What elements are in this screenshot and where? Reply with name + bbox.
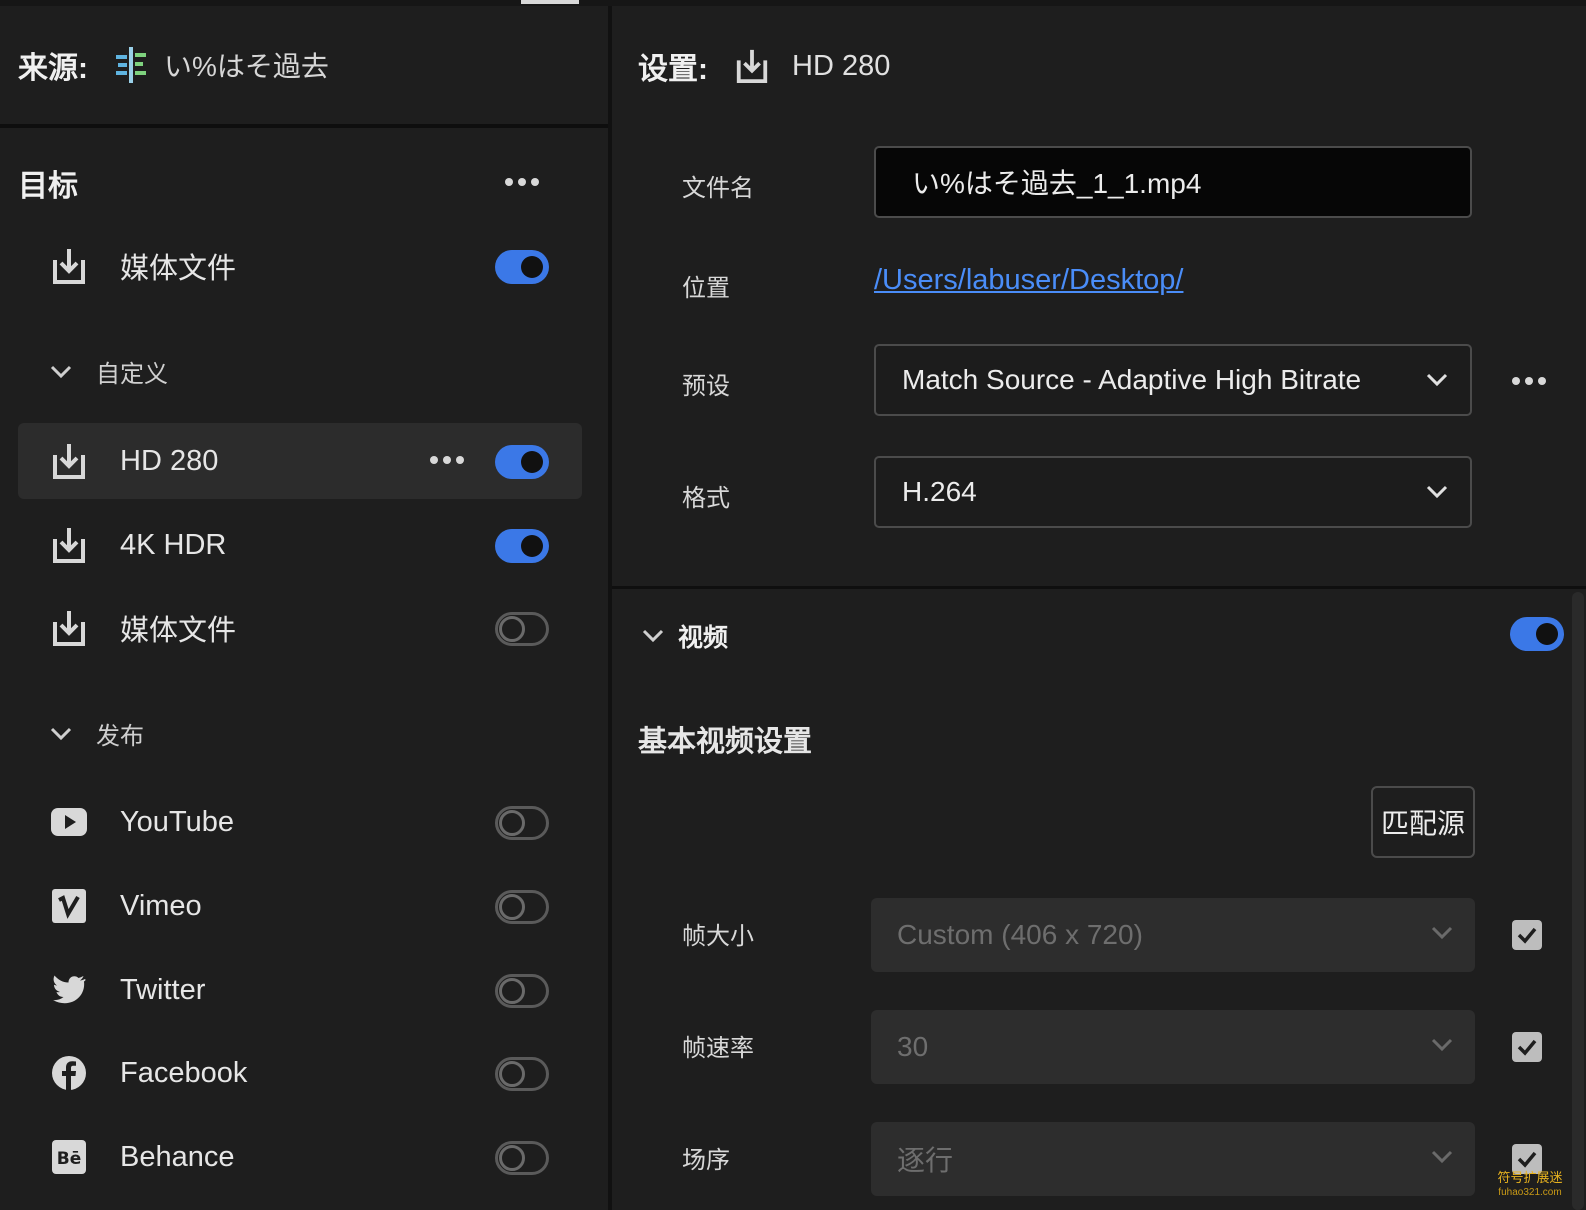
active-tab-indicator [521,0,579,4]
media-file-2-toggle[interactable] [495,612,549,646]
media-file-toggle[interactable] [495,250,549,284]
targets-more-button[interactable] [505,178,539,186]
check-icon [1517,927,1537,944]
source-header: 来源: い%はそ過去 [0,6,608,124]
publish-item-label: Twitter [120,973,206,1006]
publish-item-label: Vimeo [120,889,202,922]
targets-panel: 来源: い%はそ過去 目标 媒体文件 自定义 HD 280 4K HDR 媒体文… [0,6,608,1210]
export-icon [53,611,85,646]
watermark-line1: 符号扩展迷 [1497,1170,1563,1185]
sequence-icon [116,47,146,83]
export-icon [53,249,85,284]
location-label: 位置 [682,275,730,302]
location-link[interactable]: /Users/labuser/Desktop/ [874,264,1183,297]
format-select[interactable]: H.264 [874,456,1472,528]
vimeo-icon [52,889,86,923]
preset-label: 预设 [682,373,730,400]
hd280-more-button[interactable] [430,456,464,464]
settings-label: 设置: [638,53,708,86]
target-item-label: 媒体文件 [120,615,237,647]
watermark-line2: fuhao321.com [1498,1187,1562,1198]
youtube-toggle[interactable] [495,806,549,840]
vimeo-toggle[interactable] [495,890,549,924]
divider [0,124,608,128]
custom-section-label: 自定义 [96,361,168,388]
chevron-down-icon [1431,1038,1453,1052]
settings-name: HD 280 [792,49,891,82]
frame-size-select[interactable]: Custom (406 x 720) [871,898,1475,972]
check-icon [1517,1039,1537,1056]
video-section-label: 视频 [678,624,729,652]
video-toggle[interactable] [1510,617,1564,651]
twitter-toggle[interactable] [495,974,549,1008]
export-icon [736,49,768,84]
4k-hdr-toggle[interactable] [495,529,549,563]
publish-item-label: YouTube [120,805,234,838]
chevron-down-icon [50,727,72,740]
divider [612,586,1586,589]
publish-section-header[interactable]: 发布 [50,716,144,751]
frame-size-label: 帧大小 [682,923,754,950]
frame-size-checkbox[interactable] [1512,920,1542,950]
publish-item-label: Facebook [120,1056,248,1089]
chevron-down-icon [1426,485,1448,499]
facebook-toggle[interactable] [495,1057,549,1091]
chevron-down-icon [50,365,72,378]
youtube-icon [51,808,87,836]
target-item-label: 媒体文件 [120,253,237,285]
targets-title: 目标 [18,170,78,203]
frame-size-value: Custom (406 x 720) [897,919,1143,950]
chevron-down-icon [642,629,664,643]
scrollbar[interactable] [1572,592,1584,1210]
match-source-button[interactable]: 匹配源 [1371,786,1475,858]
target-item-label: HD 280 [120,444,219,477]
field-order-label: 场序 [682,1147,730,1174]
source-name: い%はそ過去 [164,51,329,82]
facebook-icon [52,1056,86,1090]
basic-video-settings-title: 基本视频设置 [638,726,813,758]
format-label: 格式 [682,485,730,512]
chevron-down-icon [1431,926,1453,940]
preset-more-button[interactable] [1512,377,1546,385]
behance-icon: Bē [52,1140,86,1174]
filename-label: 文件名 [682,175,754,202]
watermark: 符号扩展迷 fuhao321.com [1482,1170,1578,1200]
frame-rate-label: 帧速率 [682,1035,754,1062]
export-icon [53,528,85,563]
export-icon [53,444,85,479]
field-order-value: 逐行 [897,1145,954,1176]
publish-item-label: Behance [120,1140,235,1173]
publish-section-label: 发布 [96,723,144,750]
custom-section-header[interactable]: 自定义 [50,354,168,389]
frame-rate-select[interactable]: 30 [871,1010,1475,1084]
behance-toggle[interactable] [495,1141,549,1175]
preset-value: Match Source - Adaptive High Bitrate [902,364,1362,395]
frame-rate-checkbox[interactable] [1512,1032,1542,1062]
frame-rate-value: 30 [897,1031,929,1062]
format-value: H.264 [902,476,977,507]
settings-header: 设置: HD 280 [638,44,890,88]
chevron-down-icon [1426,373,1448,387]
field-order-select[interactable]: 逐行 [871,1122,1475,1196]
svg-text:Bē: Bē [57,1149,82,1169]
target-item-label: 4K HDR [120,528,227,561]
check-icon [1517,1151,1537,1168]
video-section-header[interactable]: 视频 [642,618,728,654]
filename-input[interactable]: い%はそ過去_1_1.mp4 [874,146,1472,218]
preset-select[interactable]: Match Source - Adaptive High Bitrate [874,344,1472,416]
source-label: 来源: [18,52,88,85]
twitter-icon [53,975,86,1004]
hd280-toggle[interactable] [495,445,549,479]
chevron-down-icon [1431,1150,1453,1164]
settings-panel: 设置: HD 280 文件名 い%はそ過去_1_1.mp4 位置 /Users/… [612,6,1586,1210]
